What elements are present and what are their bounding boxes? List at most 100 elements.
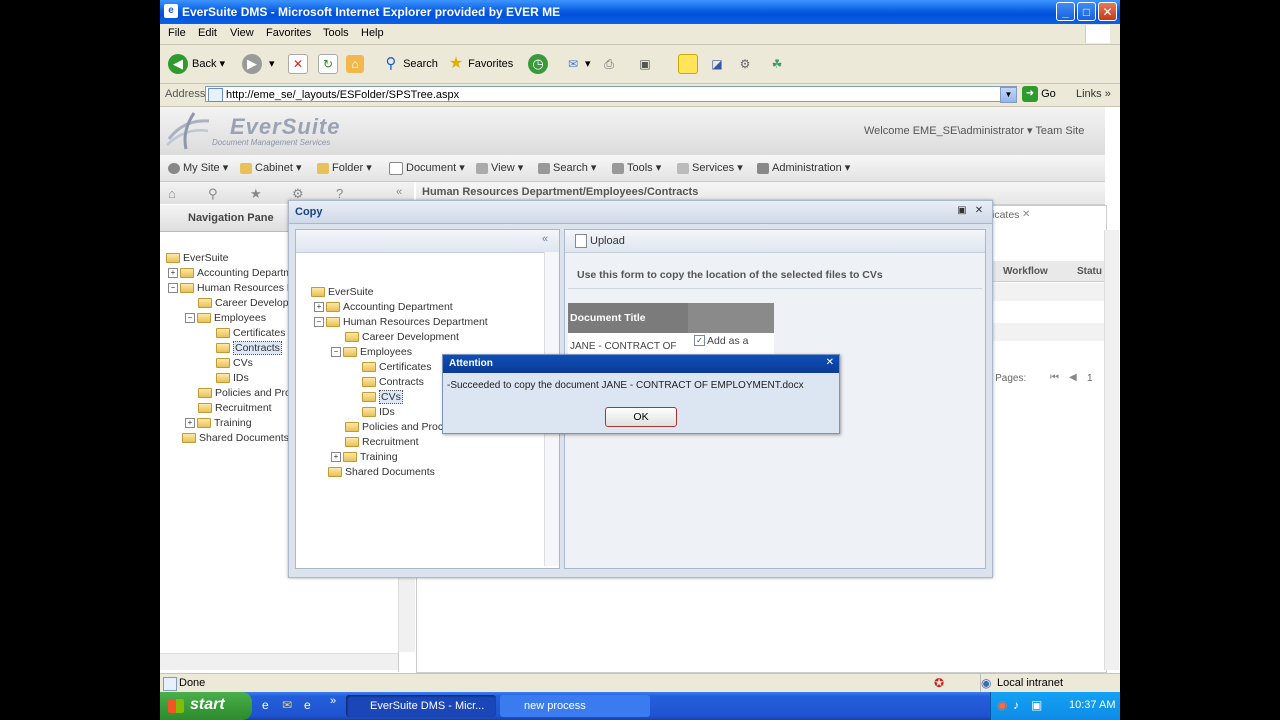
copy-tree-training[interactable]: + Training <box>331 451 398 463</box>
maximize-icon[interactable]: ▣ <box>956 205 968 217</box>
collapse-icon[interactable]: « <box>542 233 548 245</box>
copy-tree-hr[interactable]: − Human Resources Department <box>314 316 488 328</box>
favorites-button[interactable]: ★ Favorites <box>447 52 513 76</box>
menu-my-site[interactable]: My Site ▾ <box>168 161 228 174</box>
task-eversuite[interactable]: EverSuite DMS - Micr... <box>346 695 496 717</box>
tree-item-accounting[interactable]: + Accounting Departm <box>168 267 292 279</box>
menu-view[interactable]: View <box>230 27 254 39</box>
copy-tree-ids[interactable]: IDs <box>362 406 395 418</box>
tree-item-career[interactable]: Career Develop <box>198 297 289 309</box>
edit-button[interactable]: ▣ <box>636 52 654 76</box>
history-button[interactable]: ◷ <box>528 52 552 76</box>
go-button[interactable]: ➜ Go <box>1022 86 1056 102</box>
search-button[interactable]: ⚲ Search <box>382 52 438 76</box>
search-nav-icon[interactable]: ⚲ <box>208 186 218 202</box>
menu-search[interactable]: Search ▾ <box>538 161 596 174</box>
upload-button[interactable]: Upload <box>590 235 625 247</box>
tray-network-icon[interactable]: ▣ <box>1031 698 1042 712</box>
tree-item-employees[interactable]: − Employees <box>185 312 266 324</box>
list-row[interactable] <box>992 323 1104 341</box>
favorites-nav-icon[interactable]: ★ <box>250 186 262 202</box>
close-button[interactable]: ✕ <box>1098 2 1117 21</box>
ok-button[interactable]: OK <box>605 407 677 427</box>
refresh-button[interactable]: ↻ <box>318 52 338 76</box>
browser-quicklaunch-icon[interactable]: e <box>304 698 311 712</box>
menu-tools[interactable]: Tools <box>323 27 349 39</box>
tray-antivirus-icon[interactable]: ◉ <box>997 698 1007 712</box>
outlook-quicklaunch-icon[interactable]: ✉ <box>282 698 292 712</box>
print-button[interactable]: ⎙ <box>600 52 618 76</box>
links-button[interactable]: Links » <box>1076 88 1111 100</box>
forward-button[interactable]: ▶ ▾ <box>242 52 275 76</box>
ie-quicklaunch-icon[interactable]: e <box>262 698 269 712</box>
tree-root[interactable]: EverSuite <box>166 252 229 264</box>
tree-item-recruitment[interactable]: Recruitment <box>198 402 272 414</box>
attention-close-icon[interactable]: ✕ <box>826 357 834 368</box>
menu-favorites[interactable]: Favorites <box>266 27 311 39</box>
more-quicklaunch-icon[interactable]: » <box>330 695 336 707</box>
menu-services[interactable]: Services ▾ <box>677 161 743 174</box>
left-horizontal-scrollbar[interactable] <box>160 653 398 670</box>
copy-tree-cvs[interactable]: CVs <box>362 390 403 404</box>
menu-cabinet[interactable]: Cabinet ▾ <box>240 161 302 174</box>
menu-edit[interactable]: Edit <box>198 27 217 39</box>
tree-item-shared[interactable]: Shared Documents <box>182 432 289 444</box>
col-status[interactable]: Statu <box>1077 266 1102 277</box>
tree-item-training[interactable]: + Training <box>185 417 252 429</box>
security-icon: ✪ <box>934 676 945 690</box>
first-page-icon[interactable]: ⏮ <box>1050 372 1059 383</box>
note-button[interactable] <box>678 52 698 76</box>
welcome-menu[interactable]: Welcome EME_SE\administrator ▾ Team Site <box>864 124 1084 137</box>
menu-help[interactable]: Help <box>361 27 384 39</box>
copy-tree-accounting[interactable]: + Accounting Department <box>314 301 453 313</box>
copy-tree-employees[interactable]: − Employees <box>331 346 412 358</box>
list-row[interactable] <box>992 283 1104 301</box>
menu-view[interactable]: View ▾ <box>476 161 523 174</box>
right-vertical-scrollbar[interactable] <box>1104 230 1119 670</box>
tab-close-icon[interactable]: ✕ <box>1022 209 1030 220</box>
stop-button[interactable]: ✕ <box>288 52 308 76</box>
prev-page-icon[interactable]: ◀ <box>1069 372 1077 383</box>
home-nav-icon[interactable]: ⌂ <box>168 186 176 201</box>
tree-item-cvs[interactable]: CVs <box>216 357 253 369</box>
tree-item-ids[interactable]: IDs <box>216 372 249 384</box>
tray-volume-icon[interactable]: ♪ <box>1013 698 1019 712</box>
menu-administration[interactable]: Administration ▾ <box>757 161 850 174</box>
maximize-button[interactable]: □ <box>1077 2 1096 21</box>
tree-item-policies[interactable]: Policies and Pro <box>198 387 291 399</box>
doc-title-cell: JANE - CONTRACT OF <box>568 333 688 355</box>
copy-tree-certificates[interactable]: Certificates <box>362 361 432 373</box>
menu-tools[interactable]: Tools ▾ <box>612 161 661 174</box>
menu-folder[interactable]: Folder ▾ <box>317 161 372 174</box>
task-new-process[interactable]: new process <box>500 695 650 717</box>
home-button[interactable]: ⌂ <box>346 52 364 76</box>
add-as-checkbox[interactable]: ✓ <box>694 335 705 346</box>
address-input[interactable]: http://eme_se/_layouts/ESFolder/SPSTree.… <box>205 86 1017 102</box>
start-button[interactable]: start <box>160 692 252 720</box>
copy-tree-contracts[interactable]: Contracts <box>362 376 424 388</box>
menu-document[interactable]: Document ▾ <box>389 161 465 175</box>
tree-item-certificates[interactable]: Certificates <box>216 327 286 339</box>
folder-icon <box>198 298 212 309</box>
tree-item-hr[interactable]: − Human Resources D <box>168 282 294 294</box>
col-workflow[interactable]: Workflow <box>1003 266 1048 277</box>
back-button[interactable]: ◀ Back ▾ <box>168 52 225 76</box>
copy-tree-policies[interactable]: Policies and Proce <box>345 421 449 433</box>
close-icon[interactable]: ✕ <box>973 205 985 217</box>
copy-tree-root[interactable]: EverSuite <box>311 286 374 298</box>
copy-tree-career[interactable]: Career Development <box>345 331 459 343</box>
menu-file[interactable]: File <box>168 27 186 39</box>
pager-number[interactable]: 1 <box>1087 373 1093 384</box>
copy-tree-shared[interactable]: Shared Documents <box>328 466 435 478</box>
tool-button[interactable]: ⚙ <box>736 52 754 76</box>
tree-item-contracts[interactable]: Contracts <box>216 341 282 355</box>
address-dropdown-icon[interactable]: ▼ <box>1000 87 1017 103</box>
minimize-button[interactable]: _ <box>1056 2 1075 21</box>
tab-certificates-fragment[interactable]: icates <box>992 209 1019 221</box>
collapse-icon[interactable]: « <box>396 186 402 198</box>
help-nav-icon[interactable]: ? <box>336 186 343 201</box>
copy-tree-recruitment[interactable]: Recruitment <box>345 436 419 448</box>
mail-button[interactable]: ✉ ▾ <box>564 52 591 76</box>
messenger-button[interactable]: ☘ <box>768 52 786 76</box>
research-button[interactable]: ◪ <box>708 52 726 76</box>
